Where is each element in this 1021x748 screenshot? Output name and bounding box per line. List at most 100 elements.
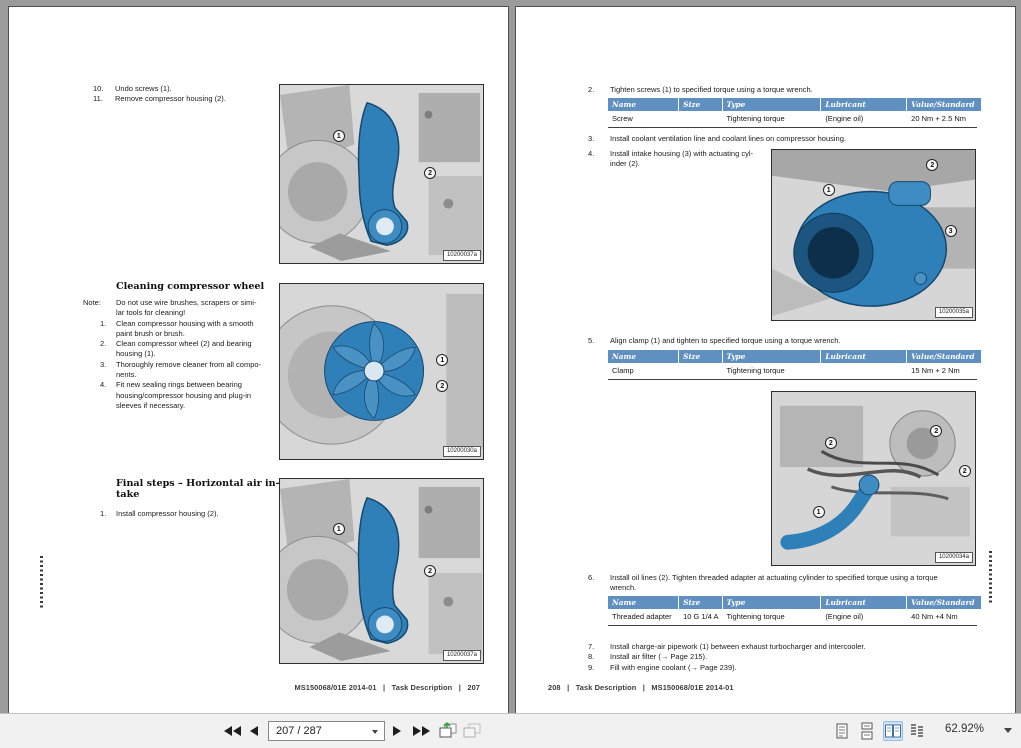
continuous-view-button[interactable] (858, 722, 876, 740)
column-header: Name (608, 596, 679, 609)
table-cell: 40 Nm +4 Nm (911, 612, 958, 621)
margin-print-id (989, 551, 992, 605)
callout-marker: 1 (812, 506, 825, 519)
step-text: Fill with engine coolant (→ Page 239). (610, 662, 737, 672)
table-cell: 20 Nm + 2.5 Nm (911, 114, 966, 123)
table-row: Screw Tightening torque (Engine oil) 20 … (608, 111, 977, 127)
column-header: Value/Standard (907, 350, 981, 363)
next-view-button[interactable] (462, 722, 482, 740)
page-number-value: 207 / 287 (276, 725, 322, 737)
step-number: 1. (100, 318, 107, 328)
step-text: Install charge-air pipework (1) between … (610, 642, 866, 651)
page-number-combobox[interactable]: 207 / 287 (268, 721, 385, 741)
step-text: Install intake housing (3) with actuatin… (610, 149, 753, 169)
torque-table-screw: Name Size Type Lubricant Value/Standard … (608, 98, 981, 128)
figure-id-label: 10200035a (934, 307, 973, 318)
callout-marker: 1 (332, 129, 345, 142)
torque-table-threaded-adapter: Name Size Type Lubricant Value/Standard … (608, 596, 981, 626)
table-header-row: Name Size Type Lubricant Value/Standard (608, 98, 981, 111)
margin-print-id (40, 556, 43, 610)
note-item: Note: Do not use wire brushes, scrapers … (83, 298, 279, 319)
list-item: 3. Install coolant ventilation line and … (588, 134, 980, 144)
step-text: Undo screws (1). (115, 84, 172, 93)
step-number: 2. (588, 85, 595, 94)
list-item: 7. Install charge-air pipework (1) betwe… (588, 642, 982, 652)
first-page-button[interactable] (224, 722, 241, 740)
list-item: 6. Install oil lines (2). Tighten thread… (588, 573, 982, 594)
step-text: Thoroughly remove cleaner from all compo… (116, 359, 262, 380)
step-number: 3. (100, 359, 107, 369)
figure-id-label: 10200037a (442, 650, 481, 661)
callout-marker: 2 (926, 158, 939, 171)
table-cell: Tightening torque (726, 114, 785, 123)
list-item: 1. Clean compressor housing with a smoot… (83, 319, 279, 340)
table-cell: 15 Nm + 2 Nm (911, 366, 960, 375)
table-cell: 10 G 1/4 A (683, 612, 719, 621)
figure-oil-lines: 2 2 2 1 10200034a (771, 391, 976, 566)
step-text: Fit new sealing rings between bearing ho… (116, 380, 252, 410)
figure-id-label: 10200030a (442, 446, 481, 457)
section-heading: Final steps – Horizontal air in- take (116, 478, 280, 500)
step-text: Install coolant ventilation line and coo… (610, 134, 846, 143)
table-header-row: Name Size Type Lubricant Value/Standard (608, 350, 981, 363)
step-list-top: 10. Undo screws (1). 11. Remove compress… (93, 84, 279, 105)
table-cell: Tightening torque (726, 366, 785, 375)
column-header: Type (722, 350, 821, 363)
two-page-continuous-view-button[interactable] (908, 722, 926, 740)
column-header: Size (679, 98, 722, 111)
step-number: 1. (100, 509, 107, 518)
engine-illustration (772, 392, 975, 565)
document-page-right: 2. Tighten screws (1) to specified torqu… (515, 6, 1016, 714)
last-page-button[interactable] (413, 722, 430, 740)
column-header: Lubricant (821, 350, 907, 363)
callout-marker: 2 (824, 436, 837, 449)
single-page-view-button[interactable] (833, 722, 851, 740)
table-cell: Tightening torque (726, 612, 785, 621)
step-number: 7. (588, 642, 595, 651)
zoom-level-value[interactable]: 62.92% (945, 723, 984, 735)
step-number: 4. (100, 380, 107, 390)
list-item: 9. Fill with engine coolant (→ Page 239)… (588, 663, 982, 673)
step-number: 2. (100, 339, 107, 349)
next-page-icon (393, 726, 401, 736)
table-cell (679, 363, 721, 379)
next-page-button[interactable] (393, 722, 401, 740)
list-item: 10. Undo screws (1). (93, 84, 279, 94)
last-page-icon (422, 726, 430, 736)
step-text: Clean compressor housing with a smooth p… (116, 318, 254, 338)
figure-compressor-housing-install: 1 2 10200037a (279, 478, 484, 664)
section-heading: Cleaning compressor wheel (116, 281, 265, 292)
first-page-icon (233, 726, 241, 736)
cleaning-steps: Note: Do not use wire brushes, scrapers … (83, 298, 279, 411)
two-page-view-icon (885, 724, 901, 738)
table-cell: (Engine oil) (825, 114, 864, 123)
list-item: 5. Align clamp (1) and tighten to specif… (588, 336, 980, 346)
chevron-down-icon (372, 730, 378, 734)
engine-illustration (280, 479, 483, 663)
torque-table-clamp: Name Size Type Lubricant Value/Standard … (608, 350, 981, 380)
column-header: Lubricant (821, 98, 907, 111)
zoom-dropdown-icon[interactable] (1004, 728, 1012, 733)
single-page-view-icon (836, 723, 848, 739)
list-item: 8. Install air filter (→ Page 215). (588, 652, 982, 662)
list-item: 2. Tighten screws (1) to specified torqu… (588, 85, 980, 95)
two-page-continuous-view-icon (911, 724, 923, 737)
engine-illustration (772, 150, 975, 320)
two-page-view-button[interactable] (883, 721, 903, 741)
previous-page-icon (250, 726, 258, 736)
previous-page-button[interactable] (250, 722, 258, 740)
note-text: Do not use wire brushes, scrapers or sim… (116, 298, 257, 318)
list-item: 2. Clean compressor wheel (2) and bearin… (83, 339, 279, 360)
figure-id-label: 10200037a (442, 250, 481, 261)
document-page-left: 10. Undo screws (1). 11. Remove compress… (8, 6, 509, 714)
previous-view-icon (439, 722, 457, 738)
previous-view-button[interactable] (438, 722, 458, 740)
first-page-icon (224, 726, 232, 736)
step-text: Install air filter (→ Page 215). (610, 652, 708, 662)
callout-marker: 2 (424, 166, 437, 179)
last-page-icon (413, 726, 421, 736)
table-cell: Clamp (612, 366, 634, 375)
engine-illustration (280, 284, 483, 459)
table-row: Clamp Tightening torque 15 Nm + 2 Nm (608, 363, 977, 379)
column-header: Value/Standard (907, 596, 981, 609)
